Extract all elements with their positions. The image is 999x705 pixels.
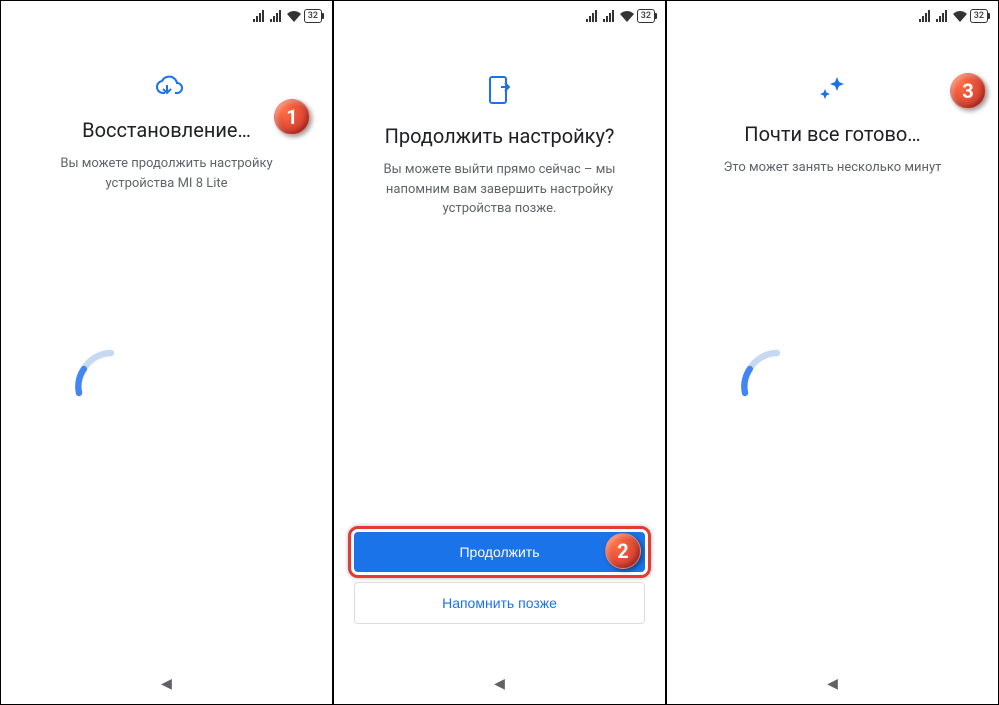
step-badge-3: 3 — [950, 73, 986, 109]
cloud-download-icon — [151, 75, 183, 103]
loading-spinner — [71, 345, 151, 429]
nav-back-icon[interactable]: ◀ — [494, 676, 505, 692]
wifi-icon — [287, 10, 301, 22]
status-bar: 32 — [334, 1, 665, 25]
step-badge-1: 1 — [274, 99, 310, 135]
screen-2: 32 Продолжить настройку? Вы можете выйти… — [333, 0, 666, 705]
signal-icon-2 — [603, 10, 617, 22]
wifi-icon — [953, 10, 967, 22]
screen-subtitle: Это может занять несколько минут — [709, 158, 957, 178]
screen-1: 32 Восстановление… Вы можете продолжить … — [0, 0, 333, 705]
signal-icon-2 — [270, 10, 284, 22]
nav-bar: ◀ — [667, 664, 998, 704]
screen-subtitle: Вы можете продолжить настройку устройств… — [21, 154, 312, 193]
signal-icon — [586, 10, 600, 22]
nav-back-icon[interactable]: ◀ — [827, 676, 838, 692]
status-bar: 32 — [667, 1, 998, 25]
signal-icon — [253, 10, 267, 22]
status-bar: 32 — [1, 1, 332, 25]
signal-icon — [919, 10, 933, 22]
loading-spinner — [737, 345, 817, 429]
battery-icon: 32 — [970, 9, 988, 23]
battery-icon: 32 — [304, 9, 322, 23]
nav-back-icon[interactable]: ◀ — [161, 676, 172, 692]
nav-bar: ◀ — [334, 664, 665, 704]
phone-arrow-icon — [487, 75, 513, 109]
signal-icon-2 — [936, 10, 950, 22]
sparkles-icon — [817, 75, 849, 107]
screen-subtitle: Вы можете выйти прямо сейчас – мы напомн… — [354, 160, 645, 219]
screen-title: Продолжить настройку? — [385, 124, 615, 148]
screen-title: Почти все готово… — [744, 122, 920, 146]
screen-3: 32 Почти все готово… Это может занять не… — [666, 0, 999, 705]
battery-icon: 32 — [637, 9, 655, 23]
remind-later-button[interactable]: Напомнить позже — [354, 582, 645, 624]
nav-bar: ◀ — [1, 664, 332, 704]
wifi-icon — [620, 10, 634, 22]
step-badge-2: 2 — [605, 533, 641, 569]
screen-title: Восстановление… — [82, 118, 251, 142]
